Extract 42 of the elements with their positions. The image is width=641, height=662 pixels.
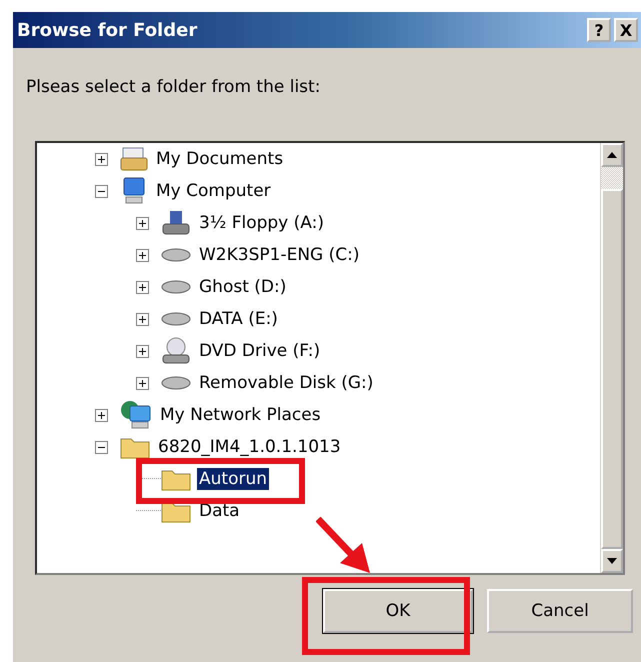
down-triangle-icon xyxy=(607,558,617,564)
floppy-drive-icon xyxy=(161,210,191,236)
disk-drive-icon xyxy=(161,311,191,327)
documents-icon xyxy=(120,146,148,172)
collapse-icon[interactable] xyxy=(95,184,108,198)
tree-item[interactable]: My Network Places xyxy=(158,404,323,426)
tree-item[interactable]: DATA (E:) xyxy=(197,308,280,330)
close-button[interactable]: X xyxy=(614,18,638,42)
tree-item[interactable]: 3½ Floppy (A:) xyxy=(197,212,326,234)
expand-icon[interactable] xyxy=(136,216,149,230)
tree-item[interactable]: DVD Drive (F:) xyxy=(197,340,322,362)
network-computer-icon xyxy=(120,400,152,430)
expand-icon[interactable] xyxy=(136,344,149,358)
tree-item[interactable]: 6820_IM4_1.0.1.1013 xyxy=(156,436,343,458)
vertical-scrollbar[interactable] xyxy=(600,143,623,573)
expand-icon[interactable] xyxy=(95,152,108,166)
cancel-button[interactable]: Cancel xyxy=(487,589,633,633)
dvd-drive-icon xyxy=(161,337,191,365)
ok-button[interactable]: OK xyxy=(323,589,473,633)
scroll-thumb[interactable] xyxy=(601,167,623,189)
tree-item[interactable]: Removable Disk (G:) xyxy=(197,372,376,394)
expand-icon[interactable] xyxy=(136,248,149,262)
expand-icon[interactable] xyxy=(95,408,108,422)
expand-icon[interactable] xyxy=(136,376,149,390)
up-triangle-icon xyxy=(607,152,617,158)
disk-drive-icon xyxy=(161,279,191,295)
disk-drive-icon xyxy=(161,247,191,263)
tree-item[interactable]: My Documents xyxy=(154,148,286,170)
window-title: Browse for Folder xyxy=(17,20,198,40)
tree-item[interactable]: My Computer xyxy=(154,180,273,202)
expand-icon[interactable] xyxy=(136,312,149,326)
scroll-down-button[interactable] xyxy=(601,549,623,573)
tree-item[interactable]: W2K3SP1-ENG (C:) xyxy=(197,244,362,266)
scroll-up-button[interactable] xyxy=(601,143,623,167)
collapse-icon[interactable] xyxy=(95,440,108,454)
disk-drive-icon xyxy=(161,375,191,391)
prompt-text: Plseas select a folder from the list: xyxy=(26,77,320,97)
tree-item[interactable]: Data xyxy=(197,500,242,522)
expand-icon[interactable] xyxy=(136,280,149,294)
help-button[interactable]: ? xyxy=(587,18,611,42)
tree-item[interactable]: Ghost (D:) xyxy=(197,276,288,298)
tree-item[interactable]: Autorun xyxy=(197,468,270,490)
